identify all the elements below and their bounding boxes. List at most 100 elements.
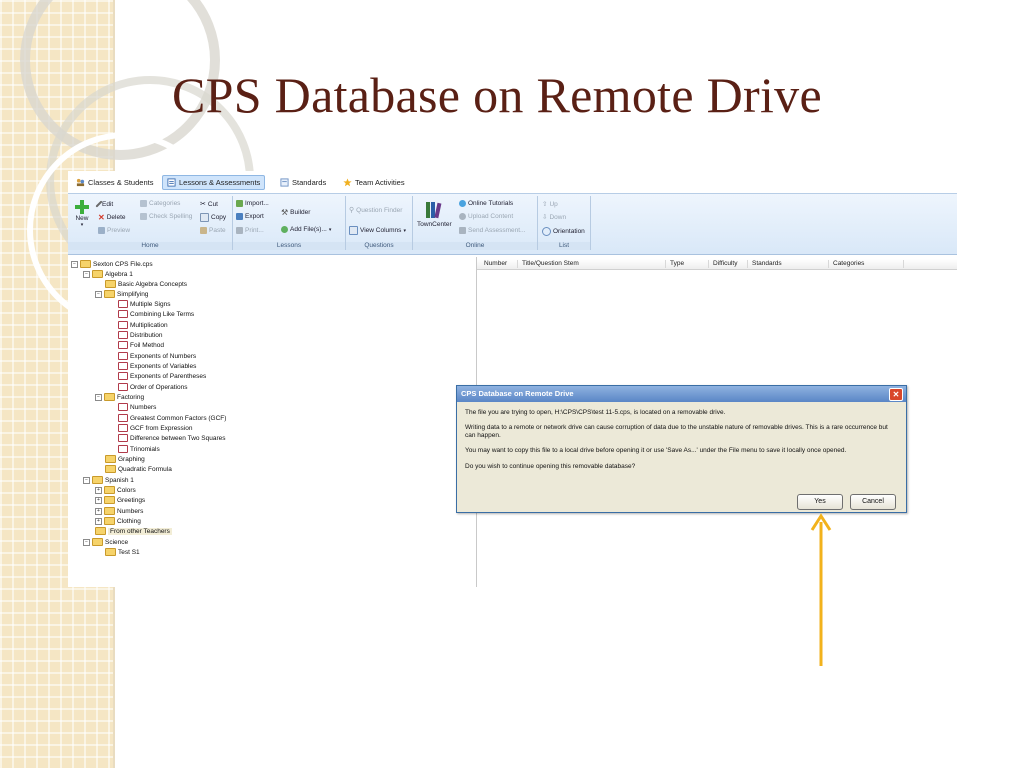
send-assessment-button[interactable]: Send Assessment... (459, 227, 525, 234)
up-button[interactable]: ⇧ Up (542, 200, 558, 209)
tree-node-lesson[interactable]: Combining Like Terms (118, 310, 194, 318)
paste-button[interactable]: Paste (200, 227, 226, 234)
tree-node-algebra[interactable]: − Algebra 1 (83, 270, 133, 278)
tree-node-lesson[interactable]: Exponents of Variables (118, 362, 196, 370)
tree-node-lesson[interactable]: GCF from Expression (118, 424, 193, 432)
tree-node-lesson[interactable]: Exponents of Parentheses (118, 372, 206, 380)
check-spelling-button[interactable]: Check Spelling (140, 213, 192, 220)
cancel-button[interactable]: Cancel (850, 494, 896, 510)
tree-node-factoring[interactable]: − Factoring (95, 393, 144, 401)
tab-classes-students[interactable]: Classes & Students (72, 175, 157, 190)
tree-node-basic[interactable]: Basic Algebra Concepts (105, 280, 187, 288)
collapse-icon[interactable]: − (95, 393, 102, 401)
print-button[interactable]: Print... (236, 227, 264, 234)
column-header[interactable]: Standards (749, 260, 829, 268)
tree-node-root[interactable]: − Sexton CPS File.cps (71, 260, 153, 268)
column-header[interactable]: Difficulty (710, 260, 748, 268)
collapse-icon[interactable]: − (83, 538, 90, 546)
yes-button[interactable]: Yes (797, 494, 843, 510)
tree-node-simplifying[interactable]: − Simplifying (95, 290, 148, 298)
import-icon (236, 200, 243, 207)
collapse-icon[interactable]: − (83, 270, 90, 278)
lesson-icon (118, 341, 128, 349)
expand-icon[interactable]: + (95, 496, 102, 504)
collapse-icon[interactable]: − (71, 260, 78, 268)
expand-icon[interactable]: + (95, 517, 102, 525)
folder-icon (105, 548, 116, 556)
tree-node-lesson[interactable]: Numbers (118, 403, 156, 411)
tab-standards[interactable]: Standards (276, 175, 330, 190)
binoculars-icon: ⚲ (349, 207, 355, 214)
cut-button[interactable]: ✂ Cut (200, 200, 218, 209)
tree-node-lesson[interactable]: Order of Operations (118, 383, 187, 391)
collapse-icon[interactable]: − (83, 476, 90, 484)
tree-node-test[interactable]: Test S1 (105, 548, 140, 556)
folder-icon (104, 486, 115, 494)
tree-node-lesson[interactable]: Multiplication (118, 321, 168, 329)
tree-node-colors[interactable]: + Colors (95, 486, 136, 494)
lesson-icon (118, 383, 128, 391)
chevron-down-icon: ▾ (80, 222, 84, 228)
tab-lessons-assessments[interactable]: Lessons & Assessments (162, 175, 266, 190)
towncenter-button[interactable]: TownCenter (417, 200, 452, 228)
edit-button[interactable]: Edit (95, 200, 113, 208)
group-label-home: Home (68, 242, 232, 250)
arrow-down-icon: ⇩ (542, 214, 548, 221)
preview-icon (98, 227, 105, 234)
lesson-icon (118, 331, 128, 339)
tree-node-lesson[interactable]: Difference between Two Squares (118, 434, 226, 442)
builder-button[interactable]: ⚒ Builder (281, 208, 310, 217)
orientation-button[interactable]: Orientation (542, 227, 585, 236)
column-header[interactable]: Type (667, 260, 709, 268)
folder-icon (92, 270, 103, 278)
expand-icon[interactable]: + (95, 486, 102, 494)
tree-node-lesson[interactable]: Multiple Signs (118, 300, 170, 308)
collapse-icon[interactable]: − (95, 290, 102, 298)
standards-icon (280, 178, 289, 187)
tree-node-numbers[interactable]: + Numbers (95, 507, 143, 515)
upload-content-button[interactable]: Upload Content (459, 213, 513, 220)
view-columns-button[interactable]: View Columns ▾ (349, 226, 406, 235)
scissors-icon: ✂ (200, 201, 206, 208)
close-icon[interactable]: ✕ (889, 388, 903, 401)
lesson-icon (118, 362, 128, 370)
globe-icon (459, 200, 466, 207)
categories-button[interactable]: Categories (140, 200, 180, 207)
dialog-message-warning: Writing data to a remote or network driv… (465, 424, 888, 439)
tree-node-graphing[interactable]: Graphing (105, 455, 145, 463)
tree-node-spanish[interactable]: − Spanish 1 (83, 476, 134, 484)
tree-node-lesson[interactable]: Foil Method (118, 341, 164, 349)
dialog-message-advice: You may want to copy this file to a loca… (465, 447, 847, 454)
folder-icon (92, 476, 103, 484)
tree-node-other-teachers[interactable]: From other Teachers (95, 527, 172, 535)
tree-node-science[interactable]: − Science (83, 538, 128, 546)
column-header[interactable]: Categories (830, 260, 904, 268)
tree-node-greetings[interactable]: + Greetings (95, 496, 145, 504)
column-header[interactable]: Number (481, 260, 518, 268)
column-header[interactable]: Title/Question Stem (519, 260, 666, 268)
folder-icon (104, 393, 115, 401)
tree-node-lesson[interactable]: Greatest Common Factors (GCF) (118, 414, 226, 422)
tree-node-lesson[interactable]: Distribution (118, 331, 163, 339)
tab-team-activities[interactable]: Team Activities (339, 175, 409, 190)
delete-button[interactable]: ✕ Delete (98, 213, 126, 222)
tree-node-lesson[interactable]: Trinomials (118, 445, 160, 453)
export-button[interactable]: Export (236, 213, 264, 220)
group-label-questions: Questions (346, 242, 412, 250)
lesson-icon (118, 321, 128, 329)
question-finder-button[interactable]: ⚲ Question Finder (349, 206, 402, 215)
lesson-icon (118, 424, 128, 432)
lesson-icon (118, 310, 128, 318)
tree-node-lesson[interactable]: Exponents of Numbers (118, 352, 196, 360)
new-button[interactable]: New ▾ (74, 199, 90, 228)
preview-button[interactable]: Preview (98, 227, 130, 234)
tree-node-clothing[interactable]: + Clothing (95, 517, 141, 525)
expand-icon[interactable]: + (95, 507, 102, 515)
online-tutorials-button[interactable]: Online Tutorials (459, 200, 513, 207)
copy-button[interactable]: Copy (200, 213, 226, 222)
import-button[interactable]: Import... (236, 200, 269, 207)
tree-node-quadratic[interactable]: Quadratic Formula (105, 465, 172, 473)
lesson-icon (118, 445, 128, 453)
add-files-button[interactable]: Add File(s)... ▾ (281, 226, 331, 233)
down-button[interactable]: ⇩ Down (542, 213, 566, 222)
